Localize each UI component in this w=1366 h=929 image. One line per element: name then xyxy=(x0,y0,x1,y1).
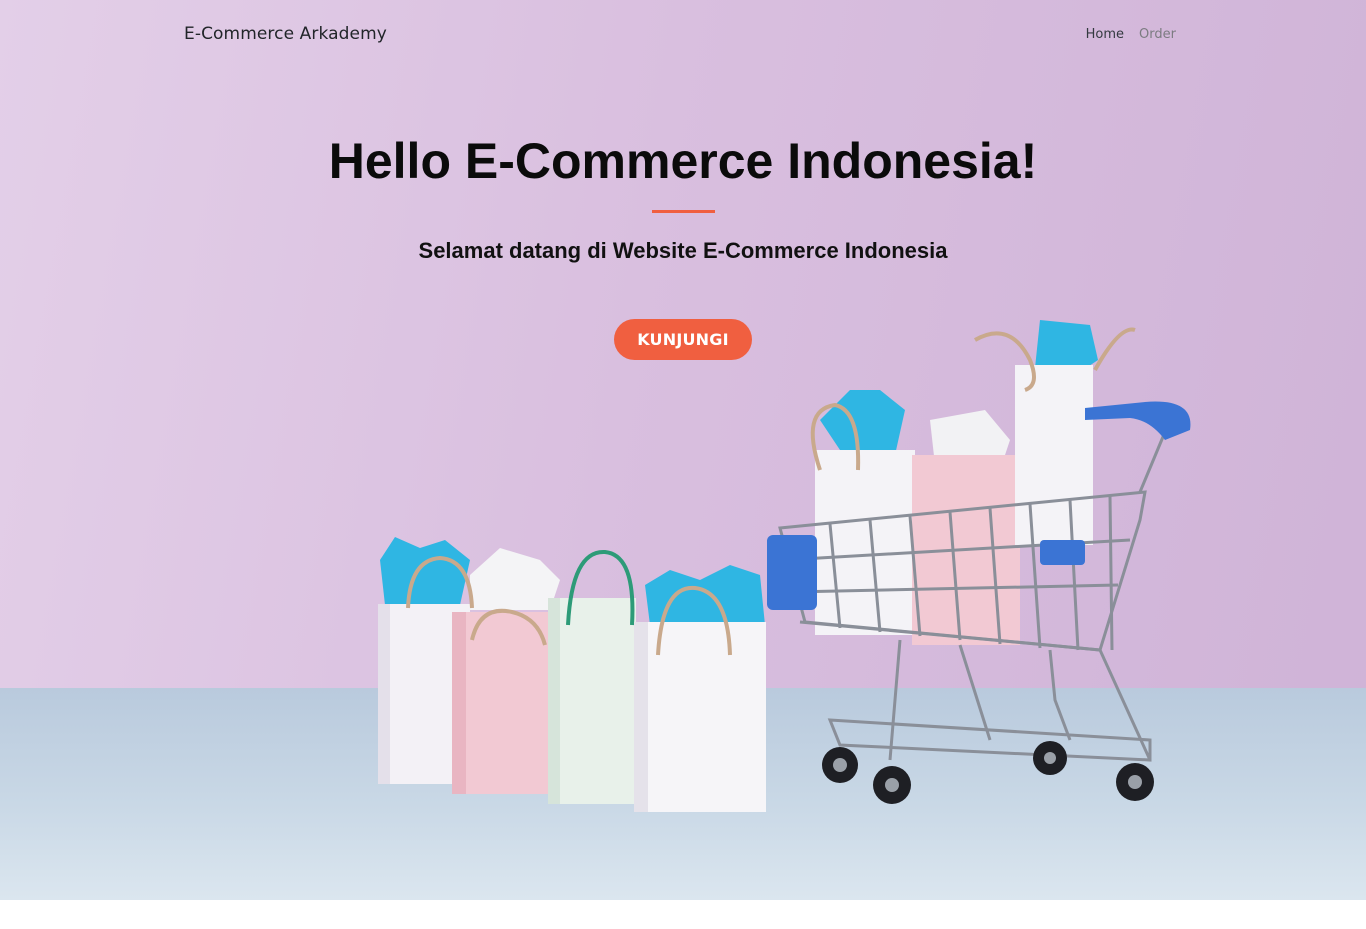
shopping-bags-icon xyxy=(378,537,766,812)
nav-links: Home Order xyxy=(1086,27,1176,42)
nav-link-order[interactable]: Order xyxy=(1139,27,1176,42)
shopping-cart-icon xyxy=(767,320,1191,804)
kunjungi-button[interactable]: KUNJUNGI xyxy=(614,319,752,360)
hero-section: E-Commerce Arkademy Home Order Hello E-C… xyxy=(0,0,1366,900)
hero-subtitle: Selamat datang di Website E-Commerce Ind… xyxy=(418,238,948,263)
hero-title: Hello E-Commerce Indonesia! xyxy=(328,133,1038,189)
brand-logo-link[interactable]: E-Commerce Arkademy xyxy=(184,24,387,44)
top-navbar: E-Commerce Arkademy Home Order xyxy=(0,0,1366,70)
hero-divider xyxy=(652,210,715,213)
nav-link-home[interactable]: Home xyxy=(1086,27,1124,42)
